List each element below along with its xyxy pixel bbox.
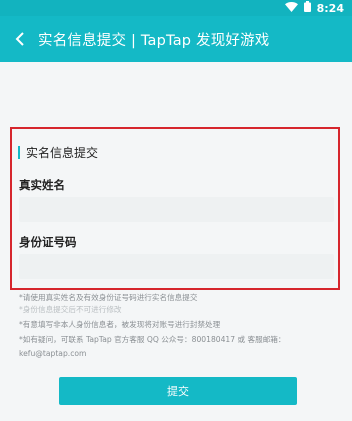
note-contact: *如有疑问，可联系 TapTap 官方客服 QQ 公众号：800180417 或… (19, 335, 286, 344)
section-accent-bar (18, 146, 20, 159)
note-warning: *有意填写非本人身份信息者，被发现将对账号进行封禁处理 (19, 320, 221, 329)
id-label: 身份证号码 (19, 235, 77, 249)
section-title: 实名信息提交 (18, 144, 98, 161)
name-input[interactable] (19, 197, 334, 222)
status-bar: 8:24 (0, 0, 352, 16)
back-button[interactable] (2, 16, 38, 62)
id-number-input[interactable] (19, 254, 334, 279)
battery-icon (303, 1, 311, 15)
note-no-modify: *身份信息提交后不可进行修改 (19, 305, 122, 314)
app-bar: 实名信息提交 | TapTap 发现好游戏 (0, 16, 352, 62)
page-title: 实名信息提交 | TapTap 发现好游戏 (38, 32, 270, 49)
submit-button[interactable]: 提交 (59, 377, 297, 405)
note-real-name: *请使用真实姓名及有效身份证号码进行实名信息提交 (19, 293, 198, 302)
status-icons: 8:24 (284, 1, 344, 15)
wifi-icon (284, 1, 298, 15)
note-email[interactable]: kefu@taptap.com (19, 349, 86, 359)
chevron-left-icon (15, 32, 24, 46)
name-label: 真实姓名 (19, 178, 65, 192)
status-time: 8:24 (316, 1, 344, 15)
section-title-text: 实名信息提交 (26, 146, 99, 160)
